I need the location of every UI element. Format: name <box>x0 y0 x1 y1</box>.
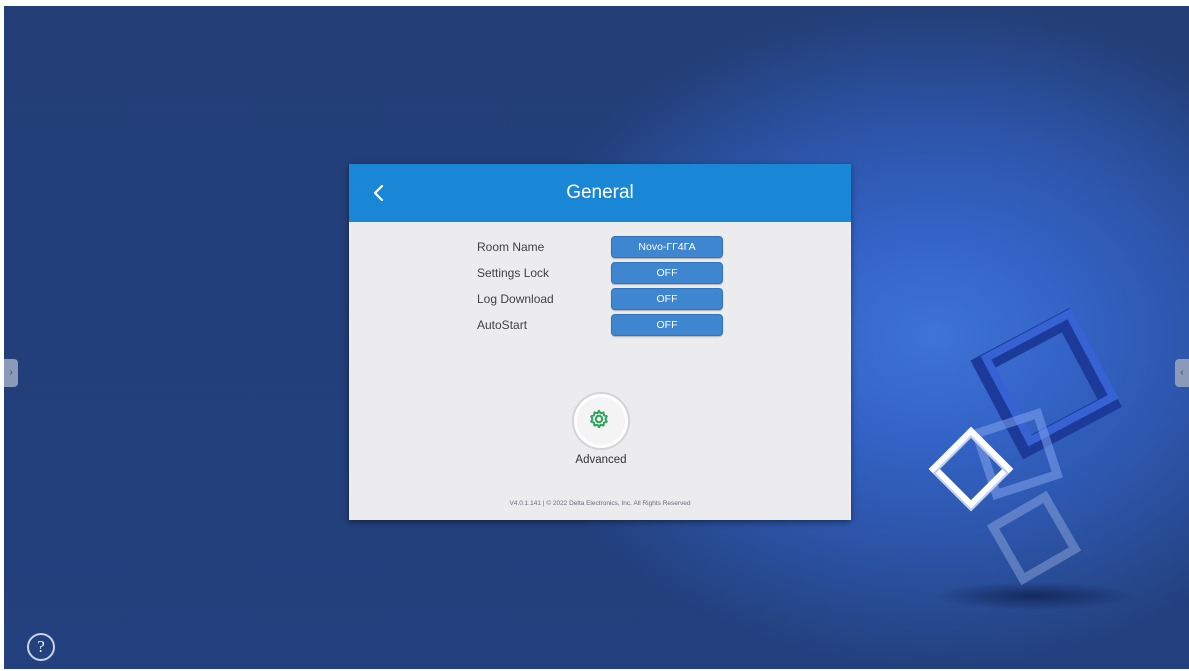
room-name-button[interactable]: Novo-ГГ4ГА <box>611 236 723 258</box>
autostart-label: AutoStart <box>477 318 528 332</box>
advanced-label: Advanced <box>575 454 627 466</box>
log-download-toggle[interactable]: OFF <box>611 288 723 310</box>
setting-row-log-download: Log Download OFF <box>477 288 727 314</box>
version-copyright-text: V4.0.1.141 | © 2022 Delta Electronics, I… <box>509 500 691 507</box>
dialog-title: General <box>566 182 634 203</box>
room-name-label: Room Name <box>477 240 545 254</box>
gear-icon <box>590 409 608 429</box>
right-panel-handle[interactable]: ‹ <box>1175 359 1189 387</box>
left-panel-handle[interactable]: › <box>4 359 18 387</box>
help-button[interactable]: ? <box>27 633 55 661</box>
cube-shadow <box>934 582 1134 610</box>
settings-lock-toggle[interactable]: OFF <box>611 262 723 284</box>
small-faint-cube-frame <box>986 490 1082 586</box>
dialog-header: General <box>349 164 851 222</box>
general-settings-dialog: General Room Name Novo-ГГ4ГА Settings Lo… <box>349 164 851 520</box>
desktop-screen: › ‹ ? General Room Name Novo-ГГ4ГА Setti… <box>4 6 1189 669</box>
log-download-label: Log Download <box>477 292 554 306</box>
autostart-toggle[interactable]: OFF <box>611 314 723 336</box>
setting-row-autostart: AutoStart OFF <box>477 314 727 340</box>
setting-row-settings-lock: Settings Lock OFF <box>477 262 727 288</box>
setting-row-room-name: Room Name Novo-ГГ4ГА <box>477 236 727 262</box>
settings-lock-label: Settings Lock <box>477 266 550 280</box>
settings-list: Room Name Novo-ГГ4ГА Settings Lock OFF L… <box>477 236 727 340</box>
help-icon: ? <box>37 637 45 656</box>
advanced-button[interactable] <box>572 392 630 450</box>
